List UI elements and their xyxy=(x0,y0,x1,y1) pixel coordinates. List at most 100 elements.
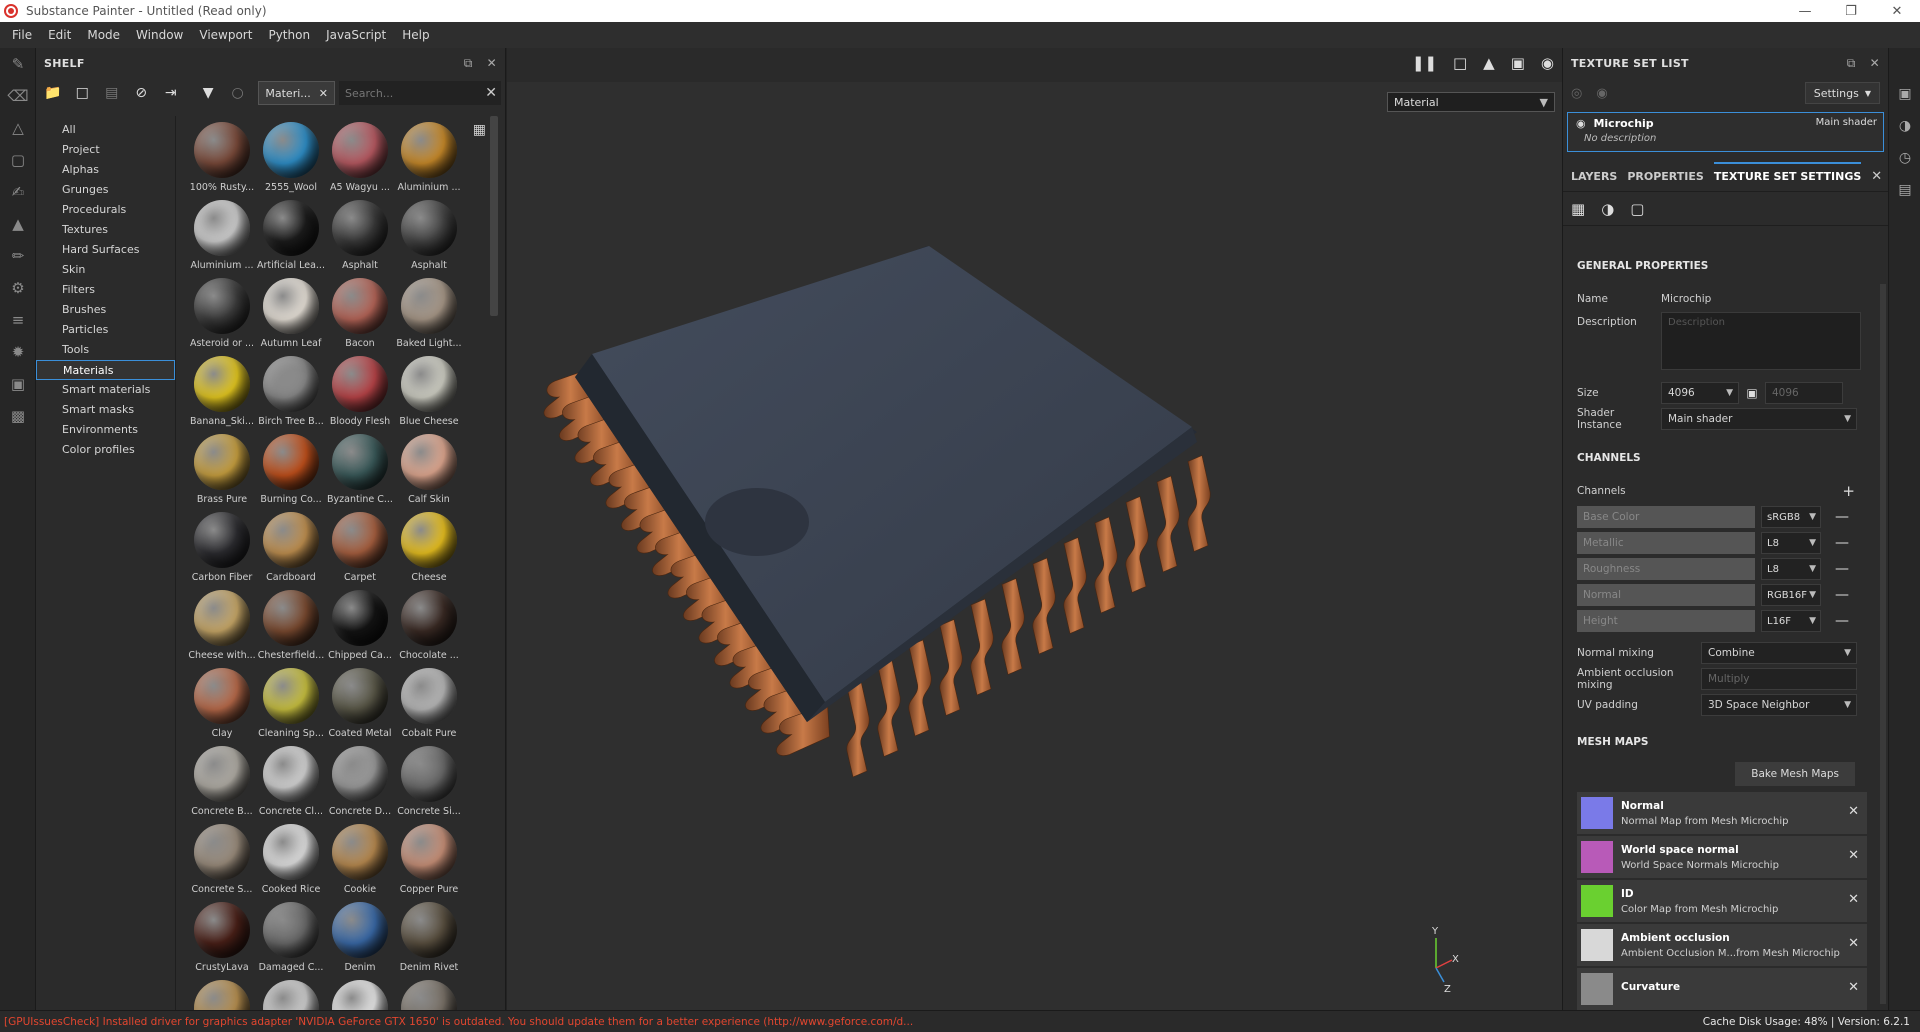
shader-instance-select[interactable]: Main shader ▼ xyxy=(1661,408,1857,430)
material-thumbnail[interactable]: Asphalt xyxy=(326,198,394,276)
mesh-map-item[interactable]: Normal Normal Map from Mesh Microchip ✕ xyxy=(1577,792,1867,834)
category-item[interactable]: Smart materials xyxy=(36,380,175,400)
material-thumbnail[interactable]: Cleaning Sp... xyxy=(257,666,325,744)
view-2d-icon[interactable]: □ xyxy=(1453,54,1467,72)
channel-format-select[interactable]: sRGB8 ▼ xyxy=(1761,506,1821,528)
grid-scrollbar[interactable] xyxy=(490,116,498,316)
material-thumbnail[interactable]: Calf Skin xyxy=(395,432,463,510)
material-thumbnail[interactable]: Bacon xyxy=(326,276,394,354)
material-thumbnail[interactable]: Banana_Ski... xyxy=(188,354,256,432)
minimize-button[interactable]: — xyxy=(1782,0,1828,22)
material-thumbnail[interactable]: Bloody Flesh xyxy=(326,354,394,432)
material-thumbnail[interactable]: 100% Rusty... xyxy=(188,120,256,198)
eraser-icon[interactable]: ⌫ xyxy=(0,80,36,112)
settings-dropdown[interactable]: Settings ▼ xyxy=(1804,82,1880,104)
projection-icon[interactable]: △ xyxy=(0,112,36,144)
material-thumbnail[interactable]: Concrete D... xyxy=(326,744,394,822)
material-thumbnail[interactable]: Concrete S... xyxy=(188,822,256,900)
hide-icon[interactable]: ⊘ xyxy=(128,81,153,105)
tab-properties[interactable]: PROPERTIES xyxy=(1627,162,1703,191)
remove-channel-icon[interactable]: — xyxy=(1835,561,1849,577)
category-item[interactable]: All xyxy=(36,120,175,140)
view-3d-icon[interactable]: ▲ xyxy=(1483,54,1495,72)
material-thumbnail[interactable]: Damaged C... xyxy=(257,900,325,978)
material-thumbnail[interactable]: Cheese with... xyxy=(188,588,256,666)
maximize-button[interactable]: ❐ xyxy=(1828,0,1874,22)
channel-format-select[interactable]: L8 ▼ xyxy=(1761,558,1821,580)
material-thumbnail[interactable]: Byzantine C... xyxy=(326,432,394,510)
menu-javascript[interactable]: JavaScript xyxy=(318,28,394,42)
clear-search-icon[interactable]: ✕ xyxy=(485,85,497,101)
category-item[interactable]: Smart masks xyxy=(36,400,175,420)
bake-mesh-maps-button[interactable]: Bake Mesh Maps xyxy=(1735,762,1855,786)
material-thumbnail[interactable]: Copper Pure xyxy=(395,822,463,900)
material-thumbnail[interactable]: Cooked Rice xyxy=(257,822,325,900)
viewport-mode-select[interactable]: Material ▼ xyxy=(1387,92,1555,112)
category-item[interactable]: Project xyxy=(36,140,175,160)
remove-mesh-map-icon[interactable]: ✕ xyxy=(1848,848,1859,863)
texture-set-item[interactable]: ◉ Microchip No description Main shader xyxy=(1567,112,1884,152)
remove-channel-icon[interactable]: — xyxy=(1835,587,1849,603)
geometry-mask-icon[interactable]: ▢ xyxy=(0,144,36,176)
folder-icon[interactable]: 📁 xyxy=(40,81,65,105)
material-thumbnail[interactable]: Artificial Lea... xyxy=(257,198,325,276)
category-item[interactable]: Particles xyxy=(36,320,175,340)
material-thumbnail[interactable]: Brass Pure xyxy=(188,432,256,510)
remove-channel-icon[interactable]: — xyxy=(1835,535,1849,551)
category-item[interactable]: Filters xyxy=(36,280,175,300)
lock-icon[interactable]: ▣ xyxy=(1739,386,1765,400)
material-thumbnail[interactable]: Carbon Fiber xyxy=(188,510,256,588)
menu-file[interactable]: File xyxy=(4,28,40,42)
texture-set-settings-icon[interactable]: ▦ xyxy=(1571,200,1585,218)
category-item[interactable]: Procedurals xyxy=(36,200,175,220)
float-panel-icon[interactable]: ⧉ xyxy=(464,56,473,71)
uv-icon[interactable]: ▢ xyxy=(1630,200,1644,218)
category-item[interactable]: Hard Surfaces xyxy=(36,240,175,260)
name-value[interactable]: Microchip xyxy=(1661,293,1711,305)
material-thumbnail[interactable]: Denim xyxy=(326,900,394,978)
filter-chip[interactable]: Materi... ✕ xyxy=(258,81,335,105)
category-item[interactable]: Tools xyxy=(36,340,175,360)
material-thumbnail[interactable] xyxy=(188,978,256,1010)
material-thumbnail[interactable] xyxy=(395,978,463,1010)
material-thumbnail[interactable]: Cheese xyxy=(395,510,463,588)
filter-icon[interactable]: ▼ xyxy=(195,81,220,105)
material-thumbnail[interactable]: Asphalt xyxy=(395,198,463,276)
uv-padding-select[interactable]: 3D Space Neighbor ▼ xyxy=(1701,694,1857,716)
category-item[interactable]: Grunges xyxy=(36,180,175,200)
new-window-icon[interactable]: □ xyxy=(69,81,94,105)
material-thumbnail[interactable]: 2555_Wool xyxy=(257,120,325,198)
log-icon[interactable]: ▤ xyxy=(1889,174,1920,206)
category-item[interactable]: Brushes xyxy=(36,300,175,320)
menu-viewport[interactable]: Viewport xyxy=(191,28,260,42)
settings-icon[interactable]: ✹ xyxy=(0,336,36,368)
channel-format-select[interactable]: RGB16F ▼ xyxy=(1761,584,1821,606)
normal-mixing-select[interactable]: Combine ▼ xyxy=(1701,642,1857,664)
smudge-icon[interactable]: ✍ xyxy=(0,176,36,208)
material-thumbnail[interactable]: Denim Rivet xyxy=(395,900,463,978)
material-thumbnail[interactable]: Chipped Ca... xyxy=(326,588,394,666)
material-thumbnail[interactable]: Cobalt Pure xyxy=(395,666,463,744)
menu-mode[interactable]: Mode xyxy=(79,28,128,42)
material-thumbnail[interactable]: Concrete Si... xyxy=(395,744,463,822)
texture-set-shader[interactable]: Main shader xyxy=(1816,117,1877,128)
bake-icon[interactable]: ⚙ xyxy=(0,272,36,304)
material-thumbnail[interactable]: Coated Metal xyxy=(326,666,394,744)
gpu-warning-text[interactable]: [GPUIssuesCheck] Installed driver for gr… xyxy=(0,1016,913,1028)
material-thumbnail[interactable]: Clay xyxy=(188,666,256,744)
shader-settings-icon[interactable]: ◑ xyxy=(1889,110,1920,142)
channel-format-select[interactable]: L8 ▼ xyxy=(1761,532,1821,554)
screenshot-icon[interactable]: ▩ xyxy=(0,400,36,432)
history-icon[interactable]: ◷ xyxy=(1889,142,1920,174)
measure-icon[interactable]: ≡ xyxy=(0,304,36,336)
category-item[interactable]: Textures xyxy=(36,220,175,240)
mesh-map-item[interactable]: ID Color Map from Mesh Microchip ✕ xyxy=(1577,880,1867,922)
description-field[interactable]: Description xyxy=(1661,312,1861,370)
material-thumbnail[interactable]: Concrete Cl... xyxy=(257,744,325,822)
material-thumbnail[interactable] xyxy=(326,978,394,1010)
close-shelf-icon[interactable]: ✕ xyxy=(487,56,497,70)
search-input[interactable] xyxy=(345,86,495,100)
photoshop-export-icon[interactable]: ▣ xyxy=(0,368,36,400)
material-thumbnail[interactable]: Chesterfield... xyxy=(257,588,325,666)
camera-icon[interactable]: ◉ xyxy=(1541,54,1554,72)
